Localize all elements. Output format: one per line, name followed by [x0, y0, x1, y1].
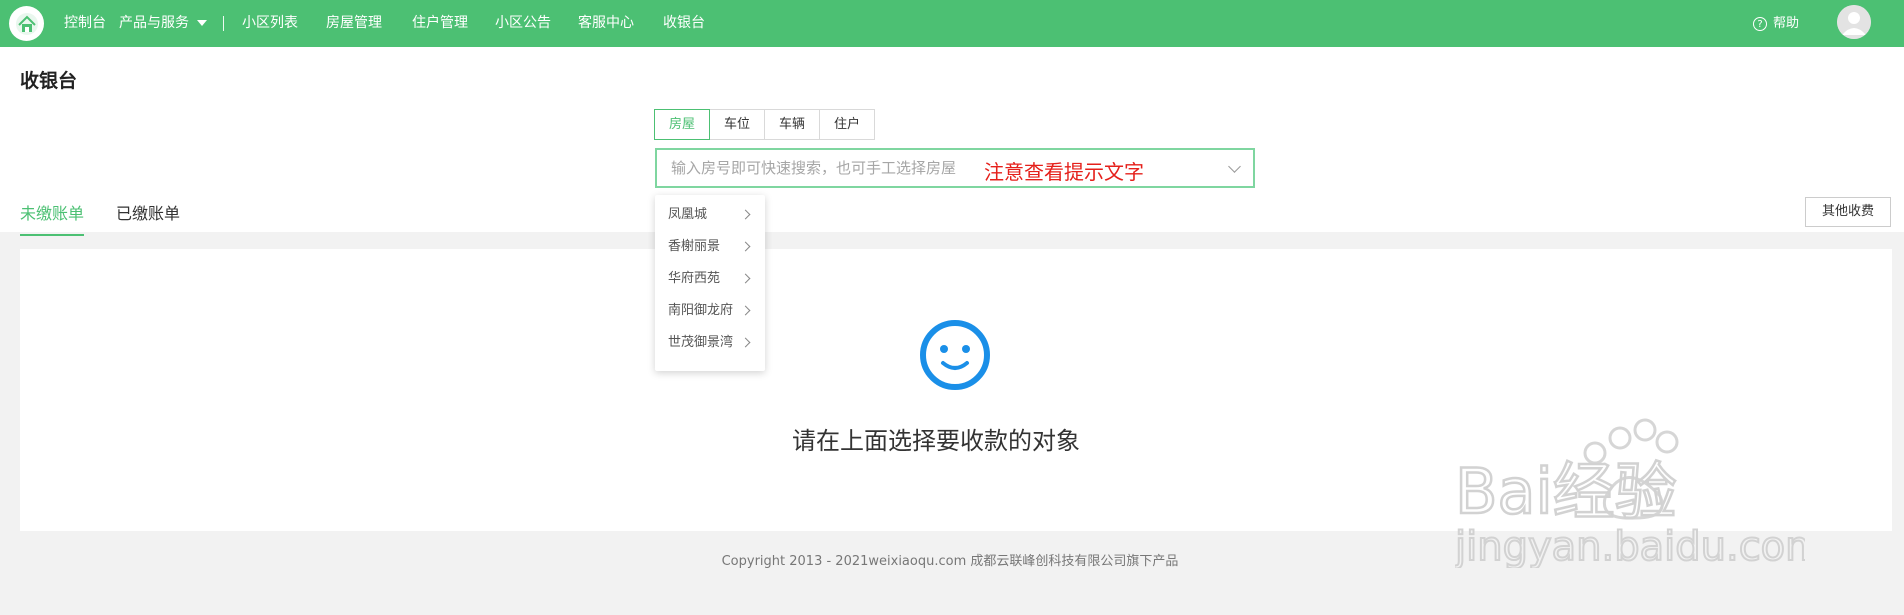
dropdown-item-label: 香榭丽景: [668, 239, 721, 254]
question-circle-icon: ?: [1753, 16, 1767, 31]
user-silhouette-icon: [1837, 5, 1871, 39]
tab-unpaid-bills[interactable]: 未缴账单: [20, 200, 85, 236]
dropdown-item-label: 世茂御景湾: [668, 335, 734, 350]
dropdown-item-xiangxielijing[interactable]: 香榭丽景: [655, 231, 765, 263]
nav-community-list[interactable]: 小区列表: [242, 0, 298, 47]
watermark-domain: jingyan.baidu.com: [1455, 524, 1805, 568]
nav-service-center[interactable]: 客服中心: [578, 0, 634, 47]
dropdown-item-label: 凤凰城: [668, 207, 708, 222]
tab-paid-bills[interactable]: 已缴账单: [116, 200, 180, 236]
chevron-right-icon: [740, 209, 751, 220]
caret-down-icon: [197, 20, 207, 26]
community-dropdown: 凤凰城 香榭丽景 华府西苑 南阳御龙府 世茂御景湾: [655, 195, 765, 371]
baidu-jingyan-watermark: Bai经验 jingyan.baidu.com: [1455, 418, 1805, 568]
dropdown-item-shimaoyujingwan[interactable]: 世茂御景湾: [655, 327, 765, 359]
nav-divider: [223, 16, 224, 31]
segment-resident[interactable]: 住户: [819, 109, 876, 140]
nav-resident-management[interactable]: 住户管理: [412, 0, 468, 47]
dropdown-item-nanyangyulongfu[interactable]: 南阳御龙府: [655, 295, 765, 327]
smile-face-icon: [920, 320, 990, 390]
help-link[interactable]: ? 帮助: [1753, 0, 1799, 47]
nav-house-management[interactable]: 房屋管理: [326, 0, 382, 47]
nav-community-notice[interactable]: 小区公告: [495, 0, 551, 47]
nav-console[interactable]: 控制台: [64, 0, 106, 47]
segment-vehicle[interactable]: 车辆: [764, 109, 821, 140]
chevron-right-icon: [740, 241, 751, 252]
nav-products-services-label: 产品与服务: [119, 15, 189, 31]
chevron-right-icon: [740, 337, 751, 348]
house-logo-icon: [15, 12, 38, 35]
copyright-text: Copyright 2013 - 2021weixiaoqu.com 成都云联峰…: [721, 554, 1179, 569]
bill-tabs: 未缴账单 已缴账单: [20, 200, 212, 236]
watermark-brand: Bai经验: [1455, 455, 1677, 528]
header-area: [0, 47, 1904, 232]
top-nav-bar: 控制台 产品与服务 小区列表 房屋管理 住户管理 小区公告 客服中心 收银台 ?…: [0, 0, 1904, 47]
chevron-down-icon[interactable]: [1228, 160, 1241, 173]
nav-products-services[interactable]: 产品与服务: [119, 0, 207, 47]
target-type-segments: 房屋 车位 车辆 住户: [654, 109, 876, 140]
dropdown-item-label: 南阳御龙府: [668, 303, 734, 318]
segment-house[interactable]: 房屋: [654, 109, 711, 140]
nav-cashier[interactable]: 收银台: [663, 0, 705, 47]
empty-state-message: 请在上面选择要收款的对象: [792, 427, 1080, 455]
user-avatar[interactable]: [1837, 5, 1871, 39]
dropdown-item-huafuxiyuan[interactable]: 华府西苑: [655, 263, 765, 295]
house-search-select[interactable]: 注意查看提示文字: [655, 148, 1255, 188]
chevron-right-icon: [740, 273, 751, 284]
dropdown-item-fenghuangcheng[interactable]: 凤凰城: [655, 199, 765, 231]
help-label: 帮助: [1773, 16, 1800, 31]
app-logo[interactable]: [9, 6, 44, 41]
dropdown-item-label: 华府西苑: [668, 271, 721, 286]
house-search-input[interactable]: [669, 152, 983, 184]
other-fee-button[interactable]: 其他收费: [1805, 197, 1891, 227]
page-title: 收银台: [20, 70, 78, 92]
chevron-right-icon: [740, 305, 751, 316]
segment-parking-space[interactable]: 车位: [709, 109, 766, 140]
annotation-text: 注意查看提示文字: [984, 160, 1144, 184]
